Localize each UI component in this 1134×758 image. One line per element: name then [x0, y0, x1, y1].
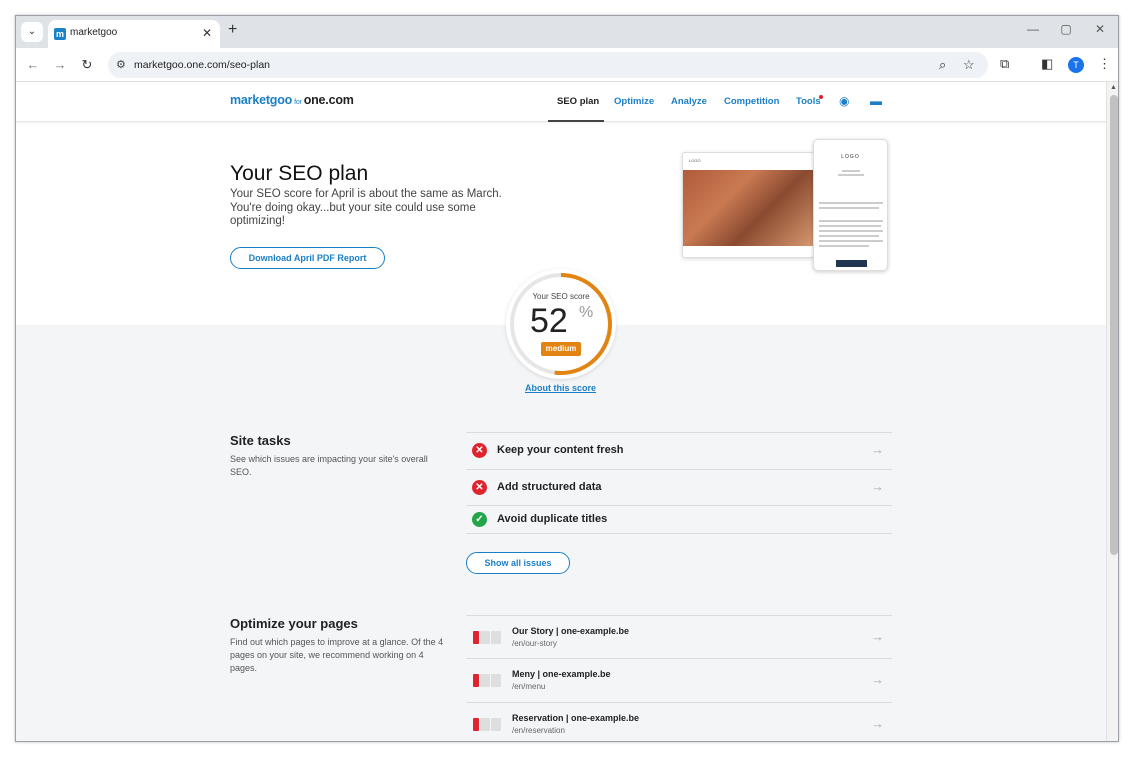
page-row-title: Meny | one-example.be: [512, 669, 611, 679]
zoom-icon[interactable]: ⌕: [939, 57, 946, 73]
site-tasks-title: Site tasks: [230, 433, 291, 448]
tab-strip: ⌄ m marketgoo ✕ + — ▢ ✕: [16, 16, 1118, 48]
desktop-site-preview: LOGO: [682, 152, 814, 258]
nav-analyze[interactable]: Analyze: [671, 96, 707, 107]
profile-avatar[interactable]: T: [1068, 57, 1084, 73]
about-score-link[interactable]: About this score: [525, 383, 596, 393]
bookmark-star-icon[interactable]: ☆: [963, 57, 975, 73]
account-icon[interactable]: ◉: [839, 94, 849, 108]
nav-optimize[interactable]: Optimize: [614, 96, 654, 107]
new-tab-button[interactable]: +: [228, 21, 237, 39]
monitor-icon[interactable]: ▬: [870, 94, 882, 108]
minimize-button[interactable]: —: [1023, 22, 1043, 36]
page-row-title: Our Story | one-example.be: [512, 626, 630, 636]
scroll-up-icon[interactable]: ▲: [1110, 84, 1117, 91]
page-row-path: /en/reservation: [512, 726, 565, 735]
fail-x-icon: ✕: [472, 480, 487, 495]
optimize-pages-title: Optimize your pages: [230, 616, 358, 631]
optimize-pages-description: Find out which pages to improve at a gla…: [230, 637, 444, 673]
tab-search-button[interactable]: ⌄: [21, 22, 43, 42]
active-nav-underline: [548, 120, 604, 122]
page-score-meter: [473, 631, 501, 644]
task-label: Avoid duplicate titles: [497, 513, 608, 525]
score-rating-badge: medium: [541, 342, 581, 356]
page-row-path: /en/our-story: [512, 639, 557, 648]
marketgoo-logo[interactable]: marketgoo for one.com: [230, 93, 354, 107]
task-label: Add structured data: [497, 481, 602, 493]
page-title: Your SEO plan: [230, 162, 369, 185]
download-report-button[interactable]: Download April PDF Report: [230, 247, 385, 269]
logo-main-text: marketgoo: [230, 93, 293, 107]
fail-x-icon: ✕: [472, 443, 487, 458]
page-viewport: marketgoo for one.com SEO plan Optimize An…: [16, 82, 1106, 741]
arrow-right-icon: →: [871, 629, 884, 644]
arrow-right-icon: →: [871, 716, 884, 731]
site-tasks-description: See which issues are impacting your site…: [230, 454, 428, 477]
show-all-issues-button[interactable]: Show all issues: [466, 552, 570, 574]
task-row[interactable]: ✕ Add structured data →: [466, 469, 892, 505]
page-row[interactable]: Meny | one-example.be /en/menu →: [466, 658, 892, 701]
page-scrollbar[interactable]: ▲: [1106, 82, 1118, 741]
browser-window: ⌄ m marketgoo ✕ + — ▢ ✕ ← → ↻ ⚙ marketgo…: [15, 15, 1119, 742]
nav-tools[interactable]: Tools: [796, 96, 821, 107]
tools-notification-dot: [819, 95, 823, 99]
task-row[interactable]: ✕ Keep your content fresh →: [466, 432, 892, 468]
page-row[interactable]: Reservation | one-example.be /en/reserva…: [466, 702, 892, 741]
nav-seo-plan[interactable]: SEO plan: [557, 96, 599, 107]
preview-logo: LOGO: [841, 154, 860, 160]
task-row[interactable]: ✓ Avoid duplicate titles: [466, 505, 892, 534]
score-percent-sign: %: [579, 304, 594, 321]
tab-close-icon[interactable]: ✕: [202, 26, 212, 40]
maximize-button[interactable]: ▢: [1056, 22, 1076, 36]
reload-icon[interactable]: ↻: [79, 57, 95, 73]
marketgoo-favicon-icon: m: [54, 28, 66, 40]
extensions-icon[interactable]: ⧉: [1000, 56, 1009, 72]
page-row[interactable]: Our Story | one-example.be /en/our-story…: [466, 615, 892, 658]
task-label: Keep your content fresh: [497, 444, 624, 456]
arrow-right-icon: →: [871, 442, 884, 457]
scrollbar-thumb[interactable]: [1110, 95, 1118, 555]
pass-check-icon: ✓: [472, 512, 487, 527]
site-info-icon[interactable]: ⚙: [116, 58, 126, 71]
score-label: Your SEO score: [532, 292, 590, 301]
address-bar[interactable]: ⚙ marketgoo.one.com/seo-plan ⌕ ☆: [108, 52, 988, 78]
site-header: marketgoo for one.com SEO plan Optimize An…: [16, 82, 1106, 122]
score-value: 52: [530, 302, 568, 340]
seo-score-widget: Your SEO score 52 % medium: [506, 269, 616, 379]
logo-for-text: for: [294, 99, 302, 106]
arrow-right-icon: →: [871, 672, 884, 687]
preview-button: [836, 260, 867, 267]
page-score-meter: [473, 718, 501, 731]
logo-partner-text: one.com: [303, 93, 354, 107]
close-window-button[interactable]: ✕: [1090, 22, 1110, 36]
page-subtitle: Your SEO score for April is about the sa…: [230, 188, 502, 227]
url-text[interactable]: marketgoo.one.com/seo-plan: [134, 59, 270, 71]
arrow-right-icon: →: [871, 479, 884, 494]
page-score-meter: [473, 674, 501, 687]
browser-menu-icon[interactable]: ⋮: [1098, 56, 1111, 72]
side-panel-icon[interactable]: ◧: [1041, 56, 1053, 72]
nav-competition[interactable]: Competition: [724, 96, 779, 107]
preview-nav-bar: LOGO: [689, 158, 701, 163]
page-row-path: /en/menu: [512, 682, 546, 691]
page-row-title: Reservation | one-example.be: [512, 713, 640, 723]
preview-hero-image: [683, 170, 813, 246]
forward-arrow-icon[interactable]: →: [52, 57, 68, 72]
tab-title: marketgoo: [70, 27, 118, 38]
mobile-site-preview: LOGO: [813, 139, 888, 271]
back-arrow-icon[interactable]: ←: [25, 57, 41, 72]
browser-tab[interactable]: m marketgoo ✕: [48, 20, 220, 48]
browser-toolbar: ← → ↻ ⚙ marketgoo.one.com/seo-plan ⌕ ☆ ⧉…: [16, 48, 1118, 82]
